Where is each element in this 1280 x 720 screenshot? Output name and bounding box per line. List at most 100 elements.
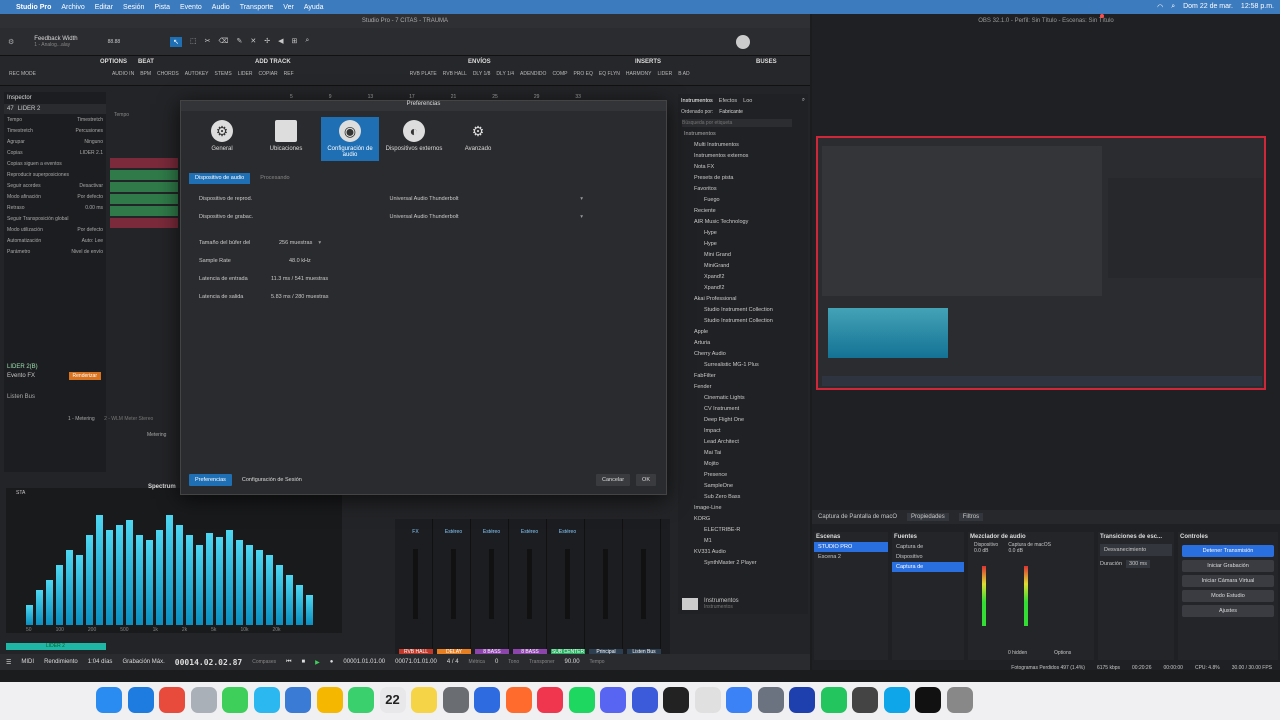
fader[interactable] [565,549,570,619]
dock-app-icon[interactable] [190,687,217,713]
tab-efectos[interactable]: Efectos [719,98,737,104]
mixer-channel-strip[interactable]: Estéreo 8 BASS [475,519,509,657]
browser-folder[interactable]: FabFilter [684,371,808,382]
eq-flyn-button[interactable]: EQ FLYN [596,71,623,77]
inspector-track-header[interactable]: 47 LIDER 2 [4,104,106,114]
mixer-channel-strip[interactable]: Estéreo 8 BASS [513,519,547,657]
dock-app-icon[interactable] [600,687,626,713]
chords-button[interactable]: CHORDS [154,71,182,77]
track-header[interactable] [110,194,178,204]
playback-device-select[interactable]: Universal Audio Thunderbolt [259,196,589,202]
inspector-row[interactable]: Modo afinación Por defecto [4,191,106,202]
stop-streaming-button[interactable]: Detener Transmisión [1182,545,1274,557]
source-item[interactable]: Dispositivo [892,552,964,562]
dock-app-icon[interactable] [411,687,437,713]
dock-app-icon[interactable] [694,687,721,713]
mixer-channel-strip[interactable]: FX RVB HALL [399,519,433,657]
mixer-channel-strip[interactable]: Estéreo DELAY [437,519,471,657]
browser-item[interactable]: Presence [684,470,808,481]
fader[interactable] [641,549,646,619]
rvb-hall-button[interactable]: RVB HALL [440,71,470,77]
scene-item[interactable]: STUDIO PRO [814,542,888,552]
inspector-row[interactable]: Modo utilización Por defecto [4,224,106,235]
inspector-row[interactable]: Timestretch Percusiones [4,125,106,136]
sort-select[interactable]: Fabricante [719,109,743,115]
dock-app-icon[interactable] [789,687,815,713]
dock-app-icon[interactable] [852,687,878,713]
browser-item[interactable]: Mini Grand [684,250,808,261]
metering-plugin-2[interactable]: 2 - WLM Meter Stereo [104,416,153,422]
bpm-button[interactable]: BPM [137,71,154,77]
browser-folder[interactable]: Image-Line [684,503,808,514]
browser-folder[interactable]: Cherry Audio [684,349,808,360]
dock-app-icon[interactable] [159,687,185,713]
fader[interactable] [451,549,456,619]
dock-app-icon[interactable] [663,687,689,713]
menu-item-transporte[interactable]: Transporte [240,4,274,11]
browser-item[interactable]: M1 [684,536,808,547]
browser-item[interactable]: Cinematic Lights [684,393,808,404]
properties-button[interactable]: Propiedades [907,513,949,521]
dock-app-icon[interactable] [222,687,248,713]
mute-tool-icon[interactable]: ✕ [250,37,256,47]
dock-app-icon[interactable] [505,687,532,713]
duration-input[interactable]: 300 ms [1126,560,1151,568]
menu-item-evento[interactable]: Evento [180,4,202,11]
ref-button[interactable]: REF [281,71,297,77]
record-icon[interactable]: ● [330,659,334,665]
tempo-value[interactable]: 90.00 [565,659,580,665]
dock-app-icon[interactable] [820,687,847,713]
key-value[interactable]: 0 [495,659,498,665]
inspector-row[interactable]: Seguir acordes Desactivar [4,180,106,191]
fader[interactable] [527,549,532,619]
source-item[interactable]: Captura de [892,562,964,572]
rvb-plate-button[interactable]: RVB PLATE [407,71,440,77]
mixer-channel-strip[interactable]: Principal [589,519,623,657]
inspector-row[interactable]: Copias siguen a eventos [4,158,106,169]
harmony-button[interactable]: HARMONY [623,71,655,77]
browser-item[interactable]: Hype [684,239,808,250]
eraser-tool-icon[interactable]: ⌫ [219,37,229,47]
tab-loops[interactable]: Loo [743,98,752,104]
dock-app-icon[interactable] [474,687,500,713]
inspector-row[interactable]: Seguir Transposición global [4,213,106,224]
tab-general[interactable]: ⚙ General [193,117,251,161]
browser-search-icon[interactable]: ⌕ [802,97,805,104]
menu-icon[interactable]: ☰ [6,659,11,666]
browser-folder[interactable]: Akai Professional [684,294,808,305]
copiar-button[interactable]: COPIAR [255,71,280,77]
browser-folder[interactable]: Instrumentos externos [684,151,808,162]
paint-tool-icon[interactable]: ✎ [236,37,242,47]
browser-item[interactable]: Xpand!2 [684,272,808,283]
wifi-icon[interactable]: ◠ [1157,3,1163,11]
browser-folder[interactable]: Apple [684,327,808,338]
dock-app-icon[interactable] [316,687,343,713]
mixer-options[interactable]: Options [1054,650,1071,656]
browser-folder[interactable]: Presets de pista [684,173,808,184]
lider-bus-button[interactable]: LIDER [654,71,675,77]
preferencias-tab[interactable]: Preferencias [189,474,232,486]
browser-folder[interactable]: KORG [684,514,808,525]
browser-folder[interactable]: Fender [684,382,808,393]
menu-item-ayuda[interactable]: Ayuda [304,4,324,11]
stems-button[interactable]: STEMS [212,71,235,77]
dock-app-icon[interactable] [726,687,752,713]
inspector-lider2b[interactable]: LIDER 2(B) [4,363,104,371]
dock-app-icon[interactable] [442,687,469,713]
fader[interactable] [413,549,418,619]
dock-app-icon[interactable] [568,687,595,713]
dock-app-icon[interactable] [537,687,563,713]
subtab-procesando[interactable]: Procesando [254,173,295,184]
search-icon[interactable]: ⌕ [1171,3,1175,11]
browser-folder[interactable]: KV331 Audio [684,547,808,558]
zoom-icon[interactable]: ⌕ [305,37,309,47]
dock-app-icon[interactable] [915,687,941,713]
subtab-dispositivo-audio[interactable]: Dispositivo de audio [189,173,251,184]
browser-item[interactable]: Studio Instrument Collection [684,316,808,327]
inspector-row[interactable]: Tempo Timestretch [4,114,106,125]
track-header[interactable] [110,170,178,180]
audio-in-button[interactable]: AUDIO IN [109,71,137,77]
meter-value[interactable]: 4 / 4 [447,659,459,665]
fader[interactable] [603,549,608,619]
studio-mode-button[interactable]: Modo Estudio [1182,590,1274,602]
